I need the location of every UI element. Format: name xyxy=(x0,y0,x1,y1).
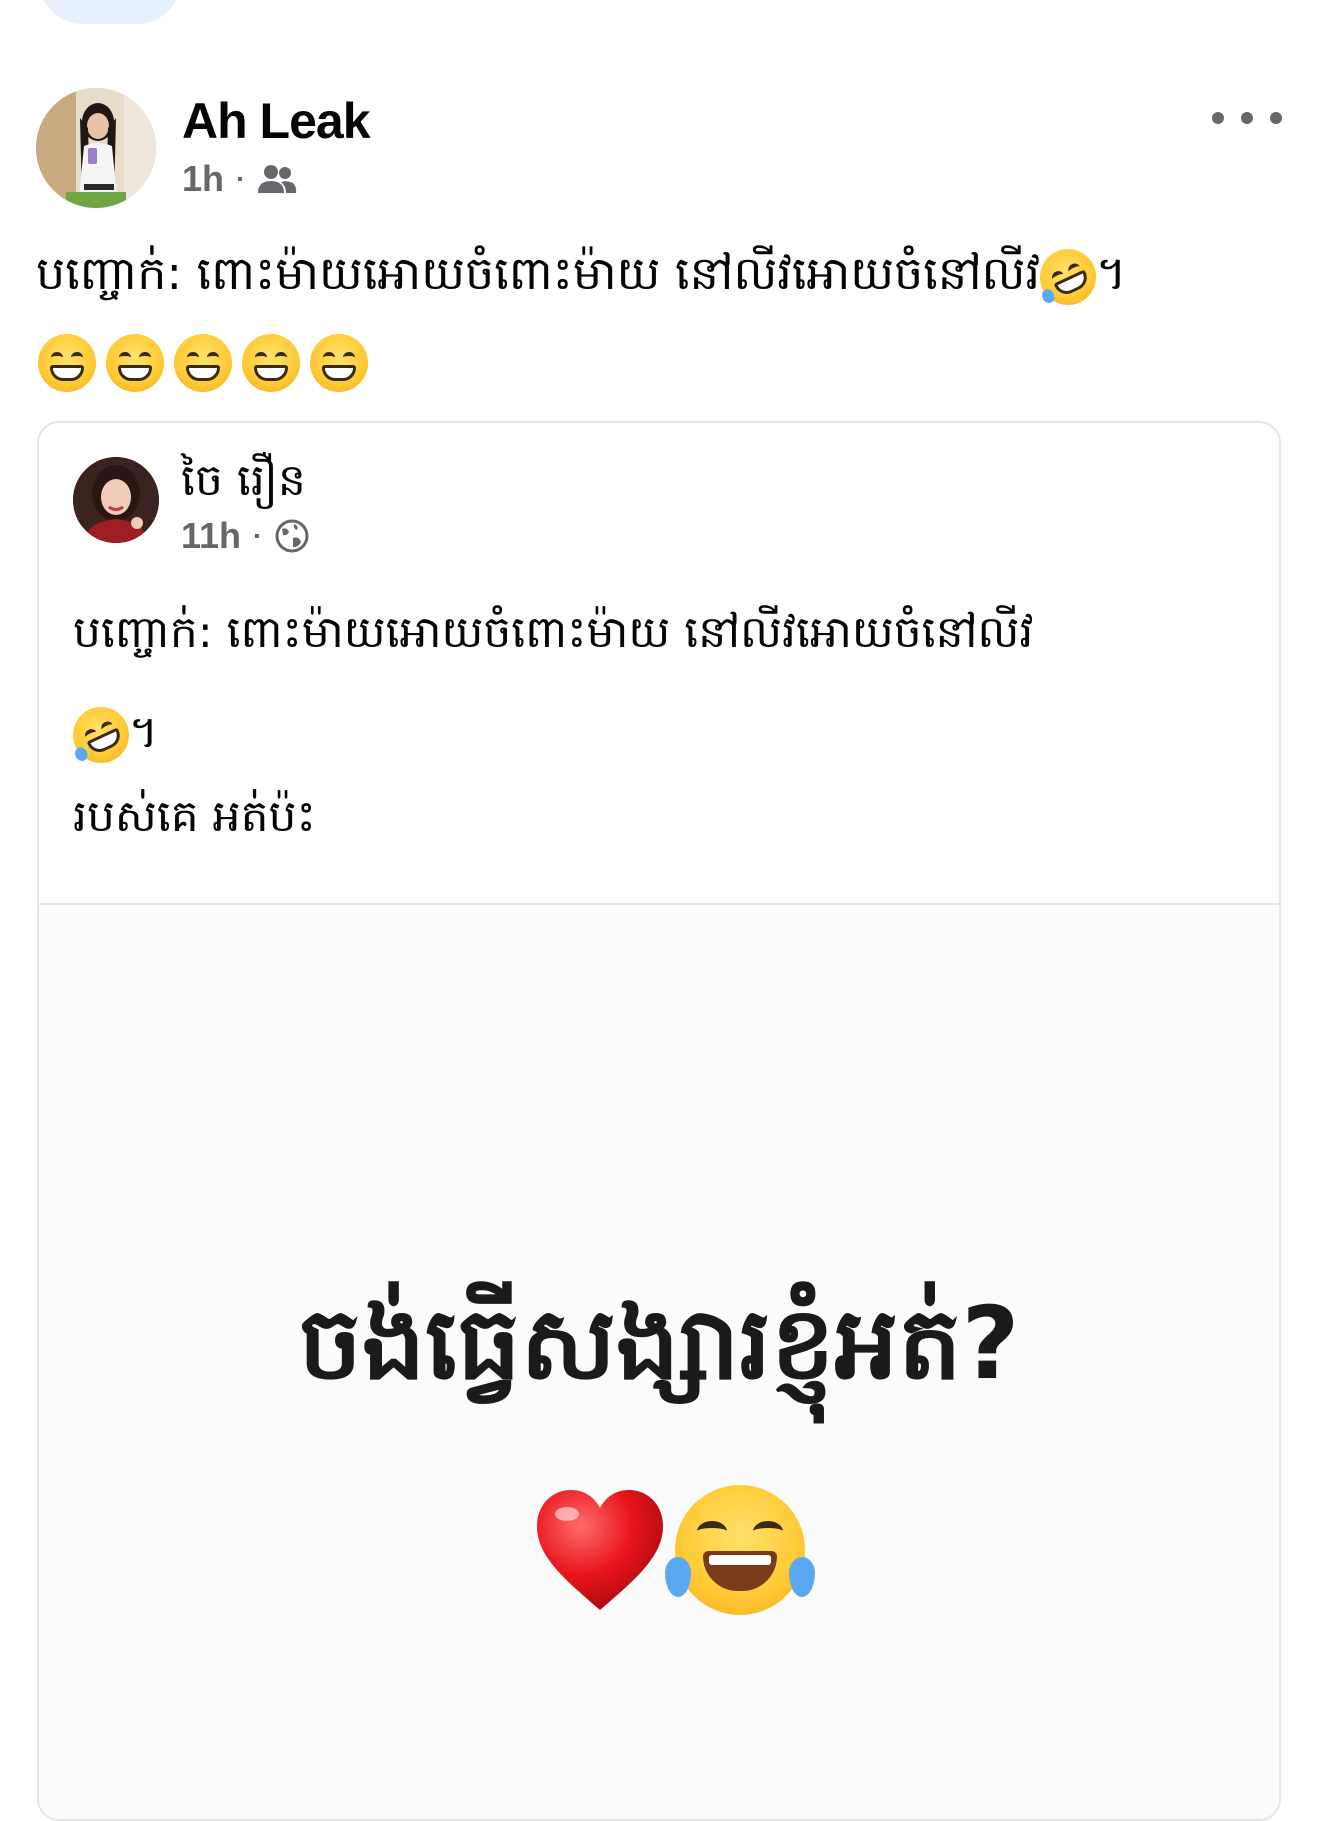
globe-icon[interactable] xyxy=(274,518,310,554)
shared-author-name[interactable]: ចៃ រឿន xyxy=(181,453,306,517)
post-text-body: បញ្ចោក់: ពោះម៉ាយអោយចំពោះម៉ាយ នៅលីវអោយចំន… xyxy=(36,246,1041,300)
shared-author-avatar[interactable] xyxy=(73,457,159,543)
rolling-on-floor-laughing-emoji xyxy=(1030,239,1106,314)
shared-post-time[interactable]: 11h xyxy=(181,515,241,557)
rolling-on-floor-laughing-emoji xyxy=(63,697,139,773)
post-meta: 1h · xyxy=(182,158,297,200)
image-text: ចង់ធ្វើសង្សារខ្ញុំអត់? xyxy=(298,1285,1020,1402)
shared-post-meta: 11h · xyxy=(181,515,310,557)
shared-post-card[interactable]: ចៃ រឿន 11h · បញ្ចោក់: ពោះម៉ាយអោយចំពោះម៉ា… xyxy=(37,421,1281,1821)
emoji-row xyxy=(38,334,368,392)
more-dot xyxy=(1212,112,1224,124)
grinning-face-emoji xyxy=(242,334,300,392)
meta-separator: · xyxy=(253,520,263,551)
more-dot xyxy=(1241,112,1253,124)
grinning-face-emoji xyxy=(38,334,96,392)
post-text: បញ្ចោក់: ពោះម៉ាយអោយចំពោះម៉ាយ នៅលីវអោយចំន… xyxy=(36,236,1286,314)
red-heart-emoji xyxy=(537,1490,663,1610)
author-name[interactable]: Ah Leak xyxy=(182,92,371,150)
grinning-face-emoji xyxy=(174,334,232,392)
image-emoji-row xyxy=(533,1485,815,1615)
shared-author-avatar-image xyxy=(73,457,159,543)
friends-icon[interactable] xyxy=(257,163,297,195)
face-with-tears-of-joy-emoji xyxy=(665,1485,815,1615)
author-avatar-image xyxy=(36,88,156,208)
shared-post-image[interactable]: ចង់ធ្វើសង្សារខ្ញុំអត់? xyxy=(39,905,1279,1819)
shared-post-text-suffix: ។ xyxy=(129,707,159,758)
post-time[interactable]: 1h xyxy=(182,158,224,200)
top-pill-button[interactable] xyxy=(40,0,180,24)
more-dot xyxy=(1270,112,1282,124)
author-avatar[interactable] xyxy=(36,88,156,208)
meta-separator: · xyxy=(236,163,246,194)
shared-post-text-body: បញ្ចោក់: ពោះម៉ាយអោយចំពោះម៉ាយ នៅលីវអោយចំន… xyxy=(73,607,1034,658)
shared-post-caption: របស់គេ អត់ប៉ះ xyxy=(73,791,316,842)
shared-post-text: បញ្ចោក់: ពោះម៉ាយអោយចំពោះម៉ាយ នៅលីវអោយចំន… xyxy=(63,583,1243,783)
grinning-face-emoji xyxy=(106,334,164,392)
grinning-face-emoji xyxy=(310,334,368,392)
more-options-icon[interactable] xyxy=(1212,98,1282,138)
post-text-suffix: ។ xyxy=(1096,246,1127,300)
